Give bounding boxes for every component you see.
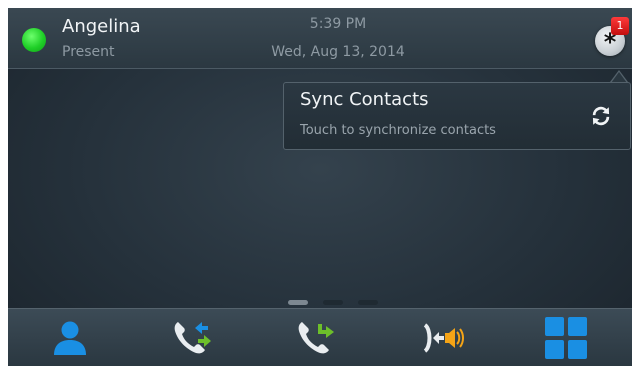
page-dot-3[interactable] xyxy=(358,300,378,305)
page-indicator xyxy=(288,300,378,306)
notification-title: Sync Contacts xyxy=(300,89,429,110)
sync-contacts-notification[interactable]: Sync Contacts Touch to synchronize conta… xyxy=(283,82,631,150)
phone-transfer-icon xyxy=(174,322,211,354)
page-dot-1[interactable] xyxy=(288,300,308,305)
contacts-button[interactable] xyxy=(8,309,132,366)
date: Wed, Aug 13, 2014 xyxy=(271,44,405,60)
clock: 5:39 PM xyxy=(309,16,367,32)
notification-subtitle: Touch to synchronize contacts xyxy=(300,123,496,138)
call-forward-button[interactable] xyxy=(256,309,380,366)
person-icon xyxy=(54,321,86,355)
sync-icon[interactable] xyxy=(590,105,612,127)
speaker-switch-icon xyxy=(423,323,464,353)
page-dot-2[interactable] xyxy=(323,300,343,305)
call-transfer-button[interactable] xyxy=(132,309,256,366)
notification-badge: 1 xyxy=(611,17,629,35)
bottom-dock xyxy=(8,308,632,366)
phone-forward-icon xyxy=(298,322,334,354)
audio-switch-button[interactable] xyxy=(380,309,504,366)
apps-button[interactable] xyxy=(504,309,628,366)
grid-apps-icon xyxy=(545,317,587,359)
status-bar: Angelina Present 5:39 PM Wed, Aug 13, 20… xyxy=(8,8,632,69)
phone-screen: Angelina Present 5:39 PM Wed, Aug 13, 20… xyxy=(8,8,632,366)
